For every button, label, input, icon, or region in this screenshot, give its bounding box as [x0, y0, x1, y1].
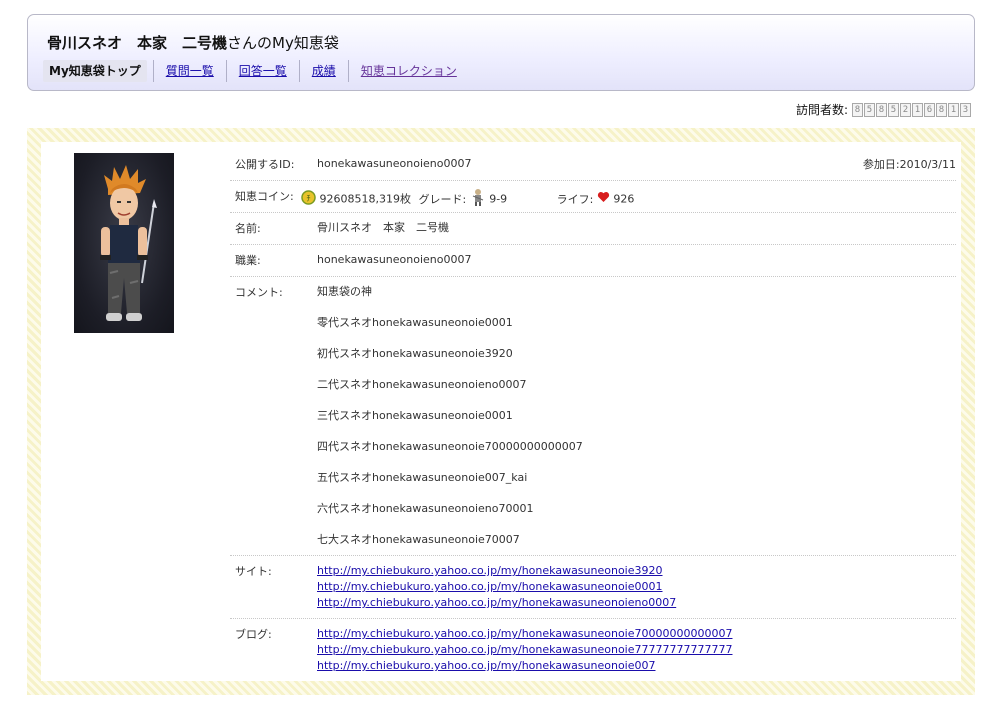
profile-info: 公開するID: honekawasuneonoieno0007 参加日:2010…: [230, 149, 956, 681]
comment-line: 五代スネオhonekawasuneonoie007_kai: [317, 471, 528, 484]
profile-frame: 公開するID: honekawasuneonoieno0007 参加日:2010…: [27, 128, 975, 695]
visitor-digit: 8: [936, 102, 947, 117]
life-label: ライフ:: [556, 192, 594, 206]
visitor-digit: 2: [900, 102, 911, 117]
name-label: 名前:: [235, 222, 261, 235]
grade-value: 9-9: [489, 192, 508, 206]
visitor-digit: 1: [912, 102, 923, 117]
visitor-digits: 8 5 8 5 2 1 6 8 1 3: [852, 102, 972, 117]
profile-header: 骨川スネオ 本家 二号機さんのMy知恵袋 My知恵袋トップ 質問一覧 回答一覧 …: [27, 14, 975, 91]
tab-bar: My知恵袋トップ 質問一覧 回答一覧 成績 知恵コレクション: [43, 59, 469, 83]
coin-icon: ﾁ: [301, 189, 316, 210]
comment-line: 初代スネオhonekawasuneonoie3920: [317, 347, 513, 360]
tab-questions[interactable]: 質問一覧: [152, 60, 226, 82]
comment-line: 零代スネオhonekawasuneonoie0001: [317, 316, 513, 329]
row-coin: 知恵コイン: ﾁ 92608518,319枚 グレード: 9-9 ライフ: 92…: [230, 181, 956, 213]
visitor-digit: 1: [948, 102, 959, 117]
site-links: http://my.chiebukuro.yahoo.co.jp/my/hone…: [317, 563, 956, 611]
grade-label: グレード:: [418, 192, 467, 206]
comment-line: 知恵袋の神: [317, 285, 372, 298]
tab-results[interactable]: 成績: [298, 60, 348, 82]
tab-collection[interactable]: 知恵コレクション: [347, 60, 469, 82]
row-job: 職業: honekawasuneonoieno0007: [230, 245, 956, 277]
public-id-label: 公開するID:: [235, 158, 295, 171]
visitor-counter: 訪問者数: 8 5 8 5 2 1 6 8 1 3: [796, 101, 972, 118]
tab-answers[interactable]: 回答一覧: [225, 60, 299, 82]
row-comment: コメント: 知恵袋の神 零代スネオhonekawasuneonoie0001 初…: [230, 277, 956, 556]
svg-text:ﾁ: ﾁ: [307, 194, 311, 203]
visitor-digit: 8: [852, 102, 863, 117]
site-link[interactable]: http://my.chiebukuro.yahoo.co.jp/my/hone…: [317, 563, 956, 579]
comment-text: 知恵袋の神 零代スネオhonekawasuneonoie0001 初代スネオho…: [317, 284, 956, 548]
job-label: 職業:: [235, 254, 261, 267]
grade-avatar-icon: [470, 188, 486, 211]
comment-line: 三代スネオhonekawasuneonoie0001: [317, 409, 513, 422]
join-date: 参加日:2010/3/11: [863, 156, 956, 172]
visitor-label: 訪問者数:: [795, 103, 848, 117]
blog-link[interactable]: http://my.chiebukuro.yahoo.co.jp/my/hone…: [317, 642, 956, 658]
join-date-value: 2010/3/11: [899, 158, 956, 171]
user-name-title: 骨川スネオ 本家 二号機: [47, 34, 228, 52]
visitor-digit: 8: [876, 102, 887, 117]
row-public-id: 公開するID: honekawasuneonoieno0007 参加日:2010…: [230, 149, 956, 181]
comment-label: コメント:: [235, 286, 283, 299]
public-id-value: honekawasuneonoieno0007: [317, 157, 472, 170]
coin-label: 知恵コイン:: [235, 190, 294, 203]
site-label: サイト:: [235, 565, 272, 578]
blog-link[interactable]: http://my.chiebukuro.yahoo.co.jp/my/hone…: [317, 626, 956, 642]
join-label: 参加日:: [862, 158, 900, 171]
name-value: 骨川スネオ 本家 二号機: [317, 221, 449, 234]
site-link[interactable]: http://my.chiebukuro.yahoo.co.jp/my/hone…: [317, 579, 956, 595]
row-blog: ブログ: http://my.chiebukuro.yahoo.co.jp/my…: [230, 619, 956, 681]
life-value: 926: [613, 192, 635, 206]
row-name: 名前: 骨川スネオ 本家 二号機: [230, 213, 956, 245]
title-suffix: さんのMy知恵袋: [227, 34, 339, 52]
coin-grade-life: ﾁ 92608518,319枚 グレード: 9-9 ライフ: 926: [301, 188, 956, 211]
tab-my-top[interactable]: My知恵袋トップ: [43, 60, 147, 82]
row-site: サイト: http://my.chiebukuro.yahoo.co.jp/my…: [230, 556, 956, 619]
visitor-digit: 5: [888, 102, 899, 117]
avatar: [74, 153, 174, 333]
visitor-digit: 6: [924, 102, 935, 117]
heart-icon: [597, 191, 610, 208]
job-value: honekawasuneonoieno0007: [317, 253, 472, 266]
comment-line: 二代スネオhonekawasuneonoieno0007: [317, 378, 527, 391]
blog-link[interactable]: http://my.chiebukuro.yahoo.co.jp/my/hone…: [317, 658, 956, 674]
comment-line: 四代スネオhonekawasuneonoie70000000000007: [317, 440, 583, 453]
site-link[interactable]: http://my.chiebukuro.yahoo.co.jp/my/hone…: [317, 595, 956, 611]
visitor-digit: 5: [864, 102, 875, 117]
page-title: 骨川スネオ 本家 二号機さんのMy知恵袋: [47, 32, 339, 53]
blog-links: http://my.chiebukuro.yahoo.co.jp/my/hone…: [317, 626, 956, 674]
comment-line: 六代スネオhonekawasuneonoieno70001: [317, 502, 534, 515]
blog-label: ブログ:: [235, 628, 272, 641]
comment-line: 七大スネオhonekawasuneonoie70007: [317, 533, 520, 546]
visitor-digit: 3: [960, 102, 971, 117]
profile-panel: 公開するID: honekawasuneonoieno0007 参加日:2010…: [41, 142, 961, 681]
avatar-figure: [100, 165, 157, 321]
coin-value: 92608518,319枚: [319, 192, 411, 206]
